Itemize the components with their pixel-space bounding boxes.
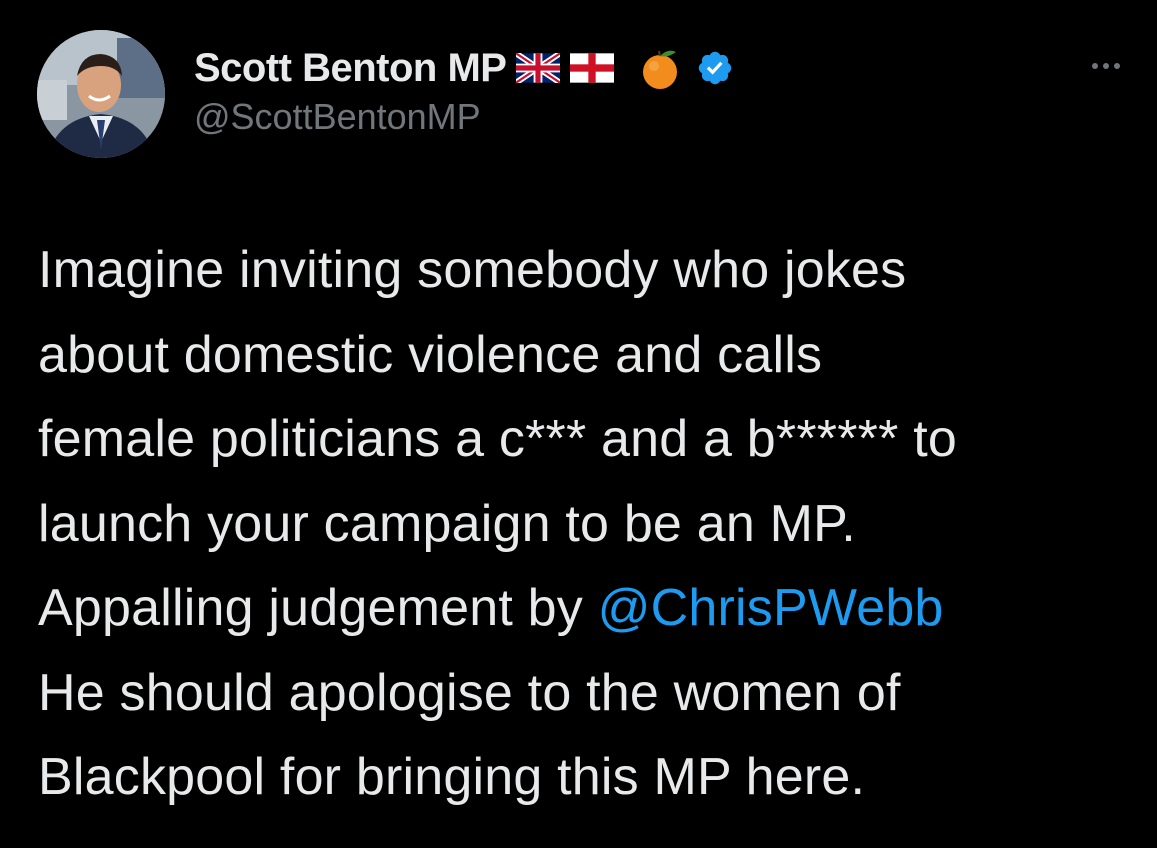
tweet-line: female politicians a c*** and a b****** … bbox=[38, 410, 957, 468]
verified-badge-icon bbox=[696, 49, 734, 87]
tweet-line: about domestic violence and calls bbox=[38, 325, 823, 384]
tweet-card: Scott Benton MP @ScottBentonMP Imagine i… bbox=[0, 0, 1157, 848]
tweet-line: launch your campaign to be an MP. bbox=[38, 494, 856, 553]
tweet-line: Imagine inviting somebody who jokes bbox=[38, 241, 907, 299]
tweet-line: Appalling judgement by @ChrisPWebb bbox=[38, 566, 1138, 651]
tweet-line: Blackpool for bringing this MP here. bbox=[38, 748, 866, 806]
avatar-photo bbox=[37, 30, 165, 158]
england-flag-icon bbox=[570, 53, 615, 83]
display-name[interactable]: Scott Benton MP bbox=[194, 46, 507, 91]
uk-flag-icon bbox=[516, 53, 561, 83]
more-dot bbox=[1092, 63, 1098, 69]
more-dot bbox=[1103, 63, 1109, 69]
tweet-line: He should apologise to the women of bbox=[38, 663, 901, 722]
author-name-row: Scott Benton MP bbox=[194, 40, 734, 96]
mention-link[interactable]: @ChrisPWebb bbox=[598, 579, 944, 637]
more-options-icon[interactable] bbox=[1082, 52, 1130, 80]
tangerine-icon bbox=[638, 46, 682, 90]
more-dot bbox=[1114, 63, 1120, 69]
author-handle[interactable]: @ScottBentonMP bbox=[194, 96, 481, 138]
avatar[interactable] bbox=[37, 30, 165, 158]
tweet-text: Imagine inviting somebody who jokes abou… bbox=[38, 228, 1138, 820]
tweet-line-text: Appalling judgement by bbox=[38, 579, 598, 637]
